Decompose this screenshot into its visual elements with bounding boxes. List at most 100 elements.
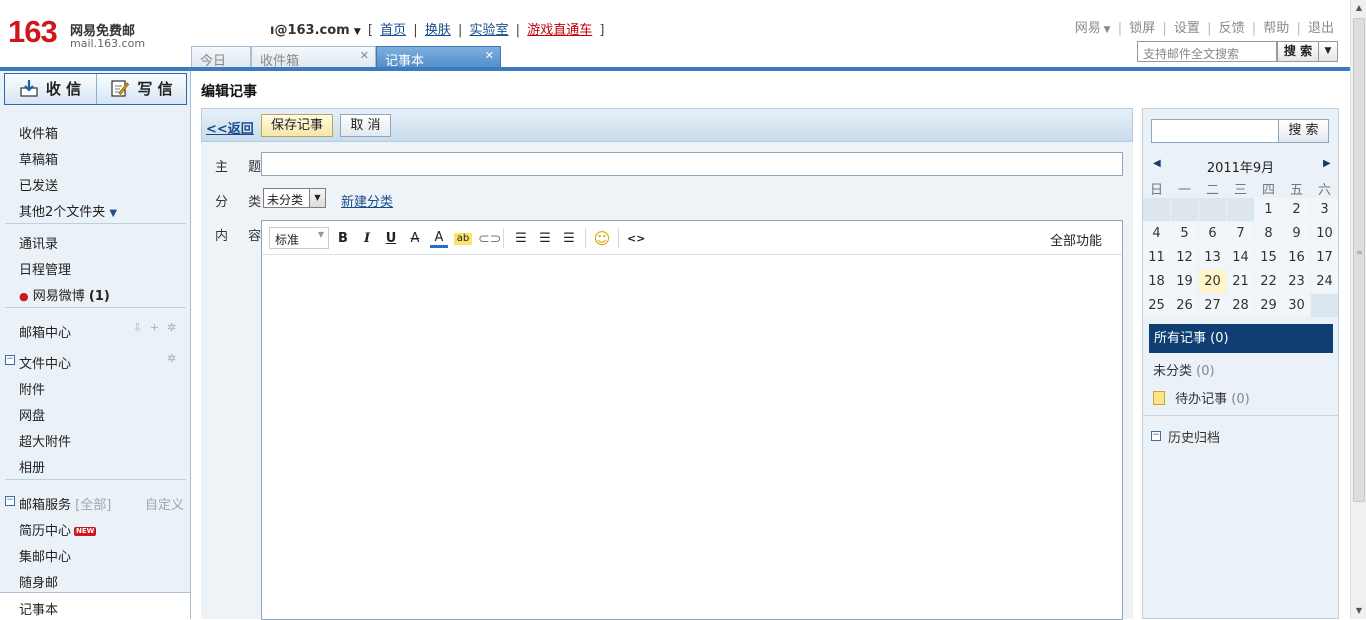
back-link[interactable]: <<返回 [206,118,254,137]
calendar-day[interactable]: 6 [1199,222,1226,245]
logo-163[interactable]: 163 [8,14,58,50]
calendar-day[interactable]: 16 [1283,246,1310,269]
calendar-day[interactable]: 18 [1143,270,1170,293]
top-link-help[interactable]: 帮助 [1263,21,1289,36]
calendar-day[interactable]: 29 [1255,294,1282,317]
calendar-day[interactable]: 1 [1255,198,1282,221]
link-home[interactable]: 首页 [380,23,406,38]
calendar-day[interactable]: 23 [1283,270,1310,293]
search-button[interactable]: 搜 索 [1277,41,1319,62]
bold-icon[interactable]: B [334,230,352,248]
collapse-icon[interactable]: − [5,496,15,506]
next-month-icon[interactable]: ▶ [1323,158,1331,169]
sidebar-item-netdisk[interactable]: 网盘 [19,405,45,424]
close-icon[interactable]: ✕ [360,49,369,62]
gear-icon[interactable]: ✲ [167,321,176,334]
calendar-day[interactable]: 5 [1171,222,1198,245]
top-link-netease[interactable]: 网易 [1075,21,1101,36]
calendar-day[interactable]: 20 [1199,270,1226,293]
gear-icon[interactable]: ✲ [167,352,176,365]
chevron-down-icon[interactable]: ▼ [354,27,361,37]
calendar-day[interactable]: 21 [1227,270,1254,293]
calendar-day[interactable]: 27 [1199,294,1226,317]
calendar-day[interactable]: 26 [1171,294,1198,317]
calendar-day[interactable]: 15 [1255,246,1282,269]
sidebar-item-inbox[interactable]: 收件箱 [19,123,58,142]
emoji-icon[interactable]: ☺ [593,230,611,248]
italic-icon[interactable]: I [358,230,376,248]
sidebar-item-sent[interactable]: 已发送 [19,175,58,194]
page-scrollbar[interactable]: ▲ ≡ ▼ [1350,0,1366,619]
sidebar-item-contacts[interactable]: 通讯录 [19,233,58,252]
link-icon[interactable]: ⊂⊃ [478,230,501,248]
sidebar-item-attachments[interactable]: 附件 [19,379,45,398]
sidebar-item-weibo[interactable]: ● 网易微博 (1) [19,285,110,304]
archive-item[interactable]: 历史归档 [1168,427,1220,446]
sidebar-item-other-folders[interactable]: 其他2个文件夹 ▼ [19,201,117,220]
tab-notebook[interactable]: 记事本 ✕ [376,46,501,69]
customize-link[interactable]: 自定义 [145,494,184,513]
sidebar-item-mailbox-center[interactable]: 邮箱中心 [19,322,71,341]
receive-button[interactable]: 收 信 [5,74,96,104]
save-note-button[interactable]: 保存记事 [261,114,333,137]
top-link-settings[interactable]: 设置 [1174,21,1200,36]
sidebar-item-album[interactable]: 相册 [19,457,45,476]
link-games[interactable]: 游戏直通车 [527,23,592,38]
fulltext-search-input[interactable]: 支持邮件全文搜索 [1137,41,1277,62]
sidebar-item-large-attachments[interactable]: 超大附件 [19,431,71,450]
uncategorized-item[interactable]: 未分类 (0) [1153,360,1215,379]
calendar-day[interactable]: 3 [1311,198,1338,221]
calendar-day[interactable]: 4 [1143,222,1170,245]
scroll-down-icon[interactable]: ▼ [1351,603,1366,619]
sidebar-item-drafts[interactable]: 草稿箱 [19,149,58,168]
calendar-day[interactable]: 24 [1311,270,1338,293]
top-link-feedback[interactable]: 反馈 [1219,21,1245,36]
sidebar-item-calendar[interactable]: 日程管理 [19,259,71,278]
calendar-day[interactable]: 25 [1143,294,1170,317]
cancel-button[interactable]: 取 消 [340,114,391,137]
calendar-day[interactable]: 11 [1143,246,1170,269]
all-notes-item[interactable]: 所有记事 (0) [1149,324,1333,353]
all-functions-button[interactable]: 全部功能 [1050,230,1102,249]
calendar-day[interactable]: 19 [1171,270,1198,293]
style-select[interactable]: 标准 ▼ [269,227,329,249]
scroll-thumb[interactable]: ≡ [1353,18,1365,502]
download-icon[interactable]: ⇩ [133,321,142,334]
align-right-icon[interactable]: ☰ [560,230,578,248]
calendar-day[interactable]: 10 [1311,222,1338,245]
top-link-lock[interactable]: 锁屏 [1129,21,1155,36]
tab-inbox[interactable]: 收件箱 ✕ [251,46,376,69]
sidebar-item-resume[interactable]: 简历中心 NEW [19,520,97,539]
sidebar-item-services[interactable]: 邮箱服务 [全部] [19,494,111,513]
calendar-day[interactable]: 9 [1283,222,1310,245]
services-all-link[interactable]: [全部] [75,498,111,513]
sidebar-item-stamps[interactable]: 集邮中心 [19,546,71,565]
calendar-day[interactable]: 22 [1255,270,1282,293]
new-category-link[interactable]: 新建分类 [341,191,393,210]
underline-icon[interactable]: U [382,230,400,248]
scroll-up-icon[interactable]: ▲ [1351,0,1366,16]
font-color-icon[interactable]: A [430,230,448,248]
category-select[interactable]: 未分类 ▼ [263,188,326,208]
compose-button[interactable]: 写 信 [96,74,187,104]
collapse-icon[interactable]: − [5,355,15,365]
link-skin[interactable]: 换肤 [425,23,451,38]
sidebar-item-file-center[interactable]: 文件中心 [19,353,71,372]
calendar-day[interactable]: 7 [1227,222,1254,245]
subject-input[interactable] [261,152,1123,176]
sidebar-item-mobile-mail[interactable]: 随身邮 [19,572,58,591]
link-lab[interactable]: 实验室 [470,23,509,38]
chevron-down-icon[interactable]: ▼ [1101,25,1111,35]
align-left-icon[interactable]: ☰ [512,230,530,248]
calendar-day[interactable]: 17 [1311,246,1338,269]
top-link-logout[interactable]: 退出 [1308,21,1334,36]
highlight-icon[interactable]: ab [454,233,472,245]
sidebar-item-notebook[interactable]: 记事本 [0,592,190,619]
notes-search-input[interactable] [1151,119,1279,143]
editor-body[interactable] [262,256,1122,619]
collapse-icon[interactable]: − [1151,431,1161,441]
calendar-day[interactable]: 28 [1227,294,1254,317]
calendar-day[interactable]: 2 [1283,198,1310,221]
search-dropdown-button[interactable]: ▼ [1318,41,1338,62]
close-icon[interactable]: ✕ [485,49,494,62]
